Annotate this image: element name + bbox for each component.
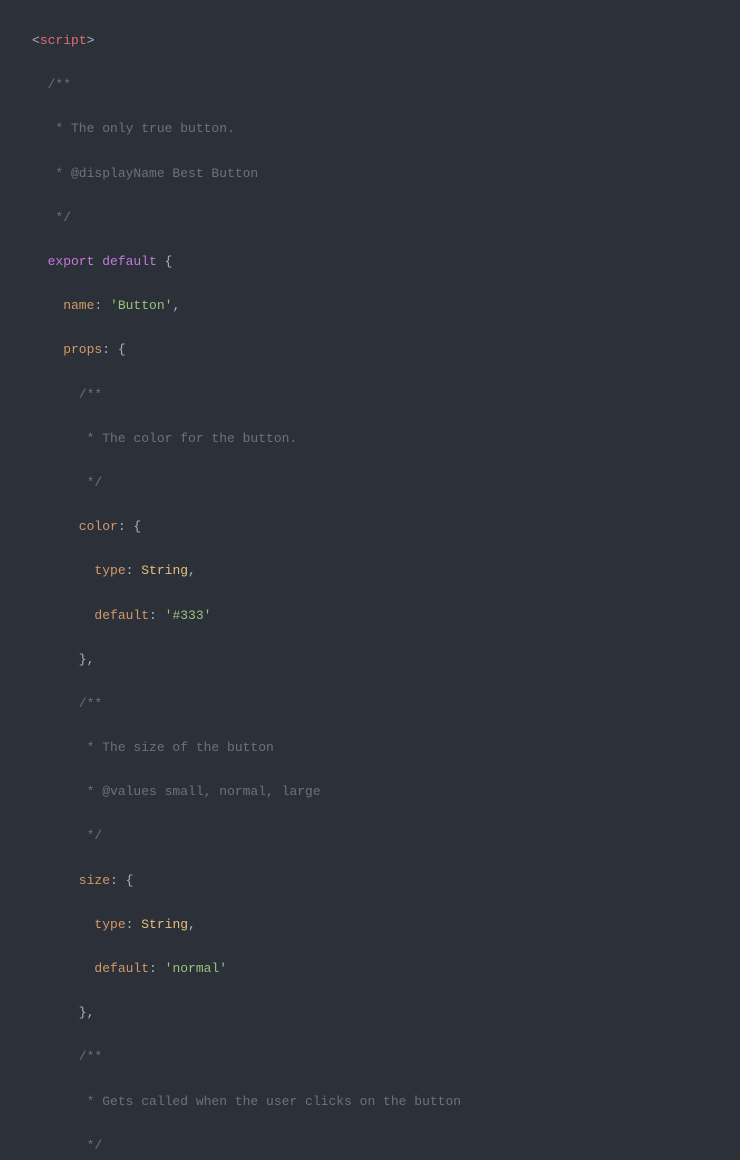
comment: /** [32,387,102,402]
colon: : [126,563,142,578]
colon: : { [118,519,141,534]
code-line: * The size of the button [0,737,740,759]
colon: : { [102,342,125,357]
comment: /** [32,696,102,711]
comment: * The color for the button. [32,431,297,446]
keyword-export: export [32,254,94,269]
comma: , [188,917,196,932]
comment: * Gets called when the user clicks on th… [32,1094,461,1109]
property: color [32,519,118,534]
bracket: > [87,33,95,48]
property: default [32,961,149,976]
code-line: default: '#333' [0,605,740,627]
property: name [32,298,94,313]
type-value: String [141,917,188,932]
property: default [32,608,149,623]
comment: */ [32,828,102,843]
tag-name: script [40,33,87,48]
code-line: type: String, [0,560,740,582]
comma: , [188,563,196,578]
string: 'normal' [165,961,227,976]
property: type [32,917,126,932]
property: size [32,873,110,888]
code-line: * @values small, normal, large [0,781,740,803]
property: props [32,342,102,357]
colon: : [94,298,110,313]
code-editor[interactable]: <script> /** * The only true button. * @… [0,0,740,1160]
comment: */ [32,475,102,490]
comment: /** [32,77,71,92]
string: 'Button' [110,298,172,313]
brace-close: }, [32,652,94,667]
comment: /** [32,1049,102,1064]
colon: : [149,961,165,976]
code-line: /** [0,74,740,96]
colon: : [126,917,142,932]
code-line: <script> [0,30,740,52]
brace: { [157,254,173,269]
code-line: */ [0,825,740,847]
comment: * The size of the button [32,740,274,755]
code-line: /** [0,693,740,715]
comment: * @displayName Best Button [32,166,258,181]
code-line: type: String, [0,914,740,936]
code-line: }, [0,649,740,671]
comment: * @values small, normal, large [32,784,321,799]
colon: : { [110,873,133,888]
property: type [32,563,126,578]
code-line: * Gets called when the user clicks on th… [0,1091,740,1113]
colon: : [149,608,165,623]
type-value: String [141,563,188,578]
code-line: * @displayName Best Button [0,163,740,185]
code-line: }, [0,1002,740,1024]
code-line: export default { [0,251,740,273]
brace-close: }, [32,1005,94,1020]
code-line: /** [0,384,740,406]
comment: */ [32,210,71,225]
code-line: props: { [0,339,740,361]
code-line: */ [0,1135,740,1157]
comment: */ [32,1138,102,1153]
code-line: * The only true button. [0,118,740,140]
code-line: name: 'Button', [0,295,740,317]
code-line: default: 'normal' [0,958,740,980]
code-line: */ [0,472,740,494]
keyword-default: default [94,254,156,269]
code-line: * The color for the button. [0,428,740,450]
code-line: size: { [0,870,740,892]
comment: * The only true button. [32,121,235,136]
string: '#333' [165,608,212,623]
code-line: /** [0,1046,740,1068]
bracket: < [32,33,40,48]
code-line: */ [0,207,740,229]
comma: , [172,298,180,313]
code-line: color: { [0,516,740,538]
